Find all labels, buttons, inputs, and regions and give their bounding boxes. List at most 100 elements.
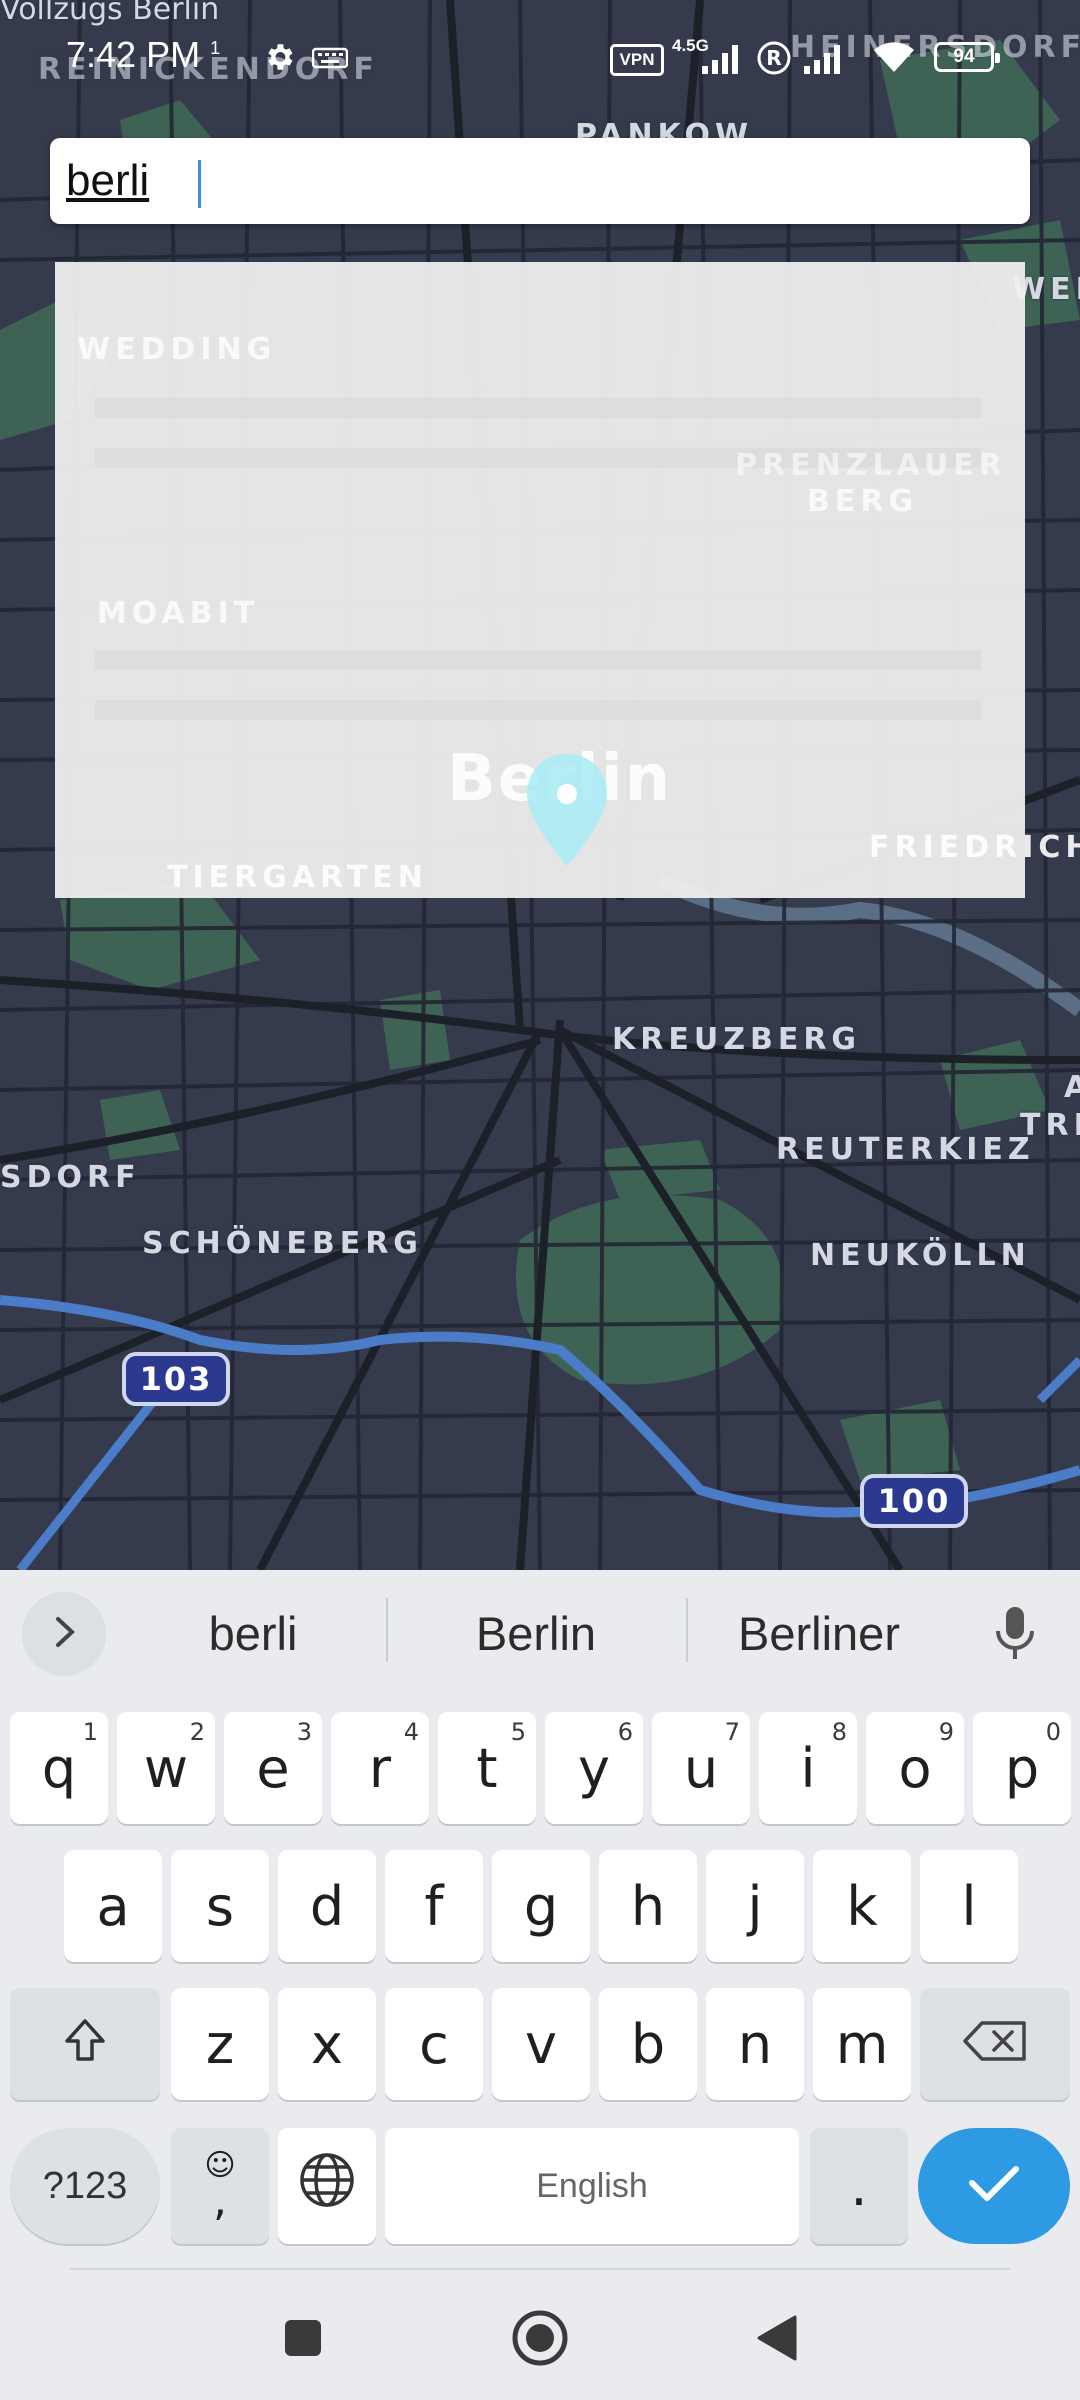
key-n[interactable]: n	[706, 1988, 804, 2100]
suggestion-3[interactable]: Berliner	[710, 1598, 928, 1668]
soft-keyboard: berli Berlin Berliner q1 w2 e3 r4 t5 y6 …	[0, 1570, 1080, 2400]
chevron-right-icon	[50, 1615, 78, 1654]
key-char: y	[578, 1736, 610, 1800]
map-label-dorf: SDORF	[0, 1160, 141, 1195]
map-label-edge-a: A	[1064, 1070, 1080, 1105]
key-z[interactable]: z	[171, 1988, 269, 2100]
nav-divider	[70, 2268, 1010, 2270]
key-number-hint: 8	[831, 1718, 847, 1746]
route-shield-103: 103	[122, 1352, 230, 1406]
suggestion-divider	[386, 1598, 388, 1662]
key-w[interactable]: w2	[117, 1712, 215, 1824]
key-v[interactable]: v	[492, 1988, 590, 2100]
key-a[interactable]: a	[64, 1850, 162, 1962]
key-h[interactable]: h	[599, 1850, 697, 1962]
emoji-comma-key[interactable]: ☺ ,	[171, 2128, 269, 2244]
key-g[interactable]: g	[492, 1850, 590, 1962]
suggestion-1[interactable]: berli	[140, 1598, 366, 1668]
key-c[interactable]: c	[385, 1988, 483, 2100]
key-e[interactable]: e3	[224, 1712, 322, 1824]
shift-arrow-icon	[63, 2013, 107, 2076]
microphone-icon	[993, 1605, 1037, 1666]
loading-placeholder-line	[95, 700, 981, 720]
key-b[interactable]: b	[599, 1988, 697, 2100]
symbols-key[interactable]: ?123	[10, 2128, 160, 2244]
key-q[interactable]: q1	[10, 1712, 108, 1824]
map-label-friedrichs: FRIEDRICHS	[869, 830, 1080, 865]
svg-text:R: R	[766, 46, 781, 70]
map-label-moabit: MOABIT	[97, 596, 260, 631]
map-label-kreuzberg: KREUZBERG	[612, 1022, 862, 1057]
map-label-berg: BERG	[807, 484, 919, 519]
backspace-key[interactable]	[920, 1988, 1070, 2100]
vpn-badge: VPN	[610, 44, 664, 76]
battery-icon: 94	[934, 42, 1000, 72]
back-button[interactable]	[732, 2300, 822, 2380]
status-time-text: 7:42 PM	[66, 34, 201, 75]
shift-key[interactable]	[10, 1988, 160, 2100]
search-suggestions-loading-panel: WEDDING PRENZLAUER BERG MOABIT Berlin FR…	[55, 262, 1080, 898]
key-number-hint: 6	[617, 1718, 633, 1746]
key-number-hint: 5	[510, 1718, 526, 1746]
key-s[interactable]: s	[171, 1850, 269, 1962]
backspace-icon	[962, 2013, 1028, 2076]
key-number-hint: 1	[82, 1718, 98, 1746]
key-t[interactable]: t5	[438, 1712, 536, 1824]
loading-placeholder-line	[95, 650, 981, 670]
keyboard-suggestion-strip: berli Berlin Berliner	[0, 1570, 1080, 1690]
key-x[interactable]: x	[278, 1988, 376, 2100]
period-key[interactable]: .	[810, 2128, 908, 2244]
enter-done-key[interactable]	[918, 2128, 1070, 2244]
key-u[interactable]: u7	[652, 1712, 750, 1824]
home-circle-icon	[510, 2308, 570, 2373]
suggestion-divider	[686, 1598, 688, 1662]
map-label-wedding: WEDDING	[77, 332, 277, 367]
search-box[interactable]	[50, 138, 1030, 224]
key-i[interactable]: i8	[759, 1712, 857, 1824]
key-char: r	[368, 1736, 392, 1800]
key-r[interactable]: r4	[331, 1712, 429, 1824]
key-p[interactable]: p0	[973, 1712, 1071, 1824]
suggestion-2[interactable]: Berlin	[412, 1598, 660, 1668]
loading-placeholder-line	[95, 398, 981, 418]
key-char: e	[256, 1736, 290, 1800]
key-m[interactable]: m	[813, 1988, 911, 2100]
key-char: o	[898, 1736, 932, 1800]
map-label-reuterkiez: REUTERKIEZ	[776, 1132, 1035, 1167]
key-k[interactable]: k	[813, 1850, 911, 1962]
key-f[interactable]: f	[385, 1850, 483, 1962]
mic-button[interactable]	[980, 1600, 1050, 1670]
location-pin-icon	[525, 752, 609, 873]
key-number-hint: 0	[1045, 1718, 1061, 1746]
status-time: 7:42 PM 1	[66, 34, 220, 76]
key-char: p	[1004, 1736, 1040, 1800]
notification-count: 1	[210, 38, 221, 58]
home-button[interactable]	[495, 2300, 585, 2380]
key-o[interactable]: o9	[866, 1712, 964, 1824]
key-char: q	[41, 1736, 77, 1800]
back-triangle-icon	[755, 2313, 799, 2368]
language-switch-key[interactable]	[278, 2128, 376, 2244]
key-l[interactable]: l	[920, 1850, 1018, 1962]
key-j[interactable]: j	[706, 1850, 804, 1962]
status-bar: 7:42 PM 1 VPN 4.5G R 94	[0, 0, 1080, 90]
key-char: w	[143, 1736, 189, 1800]
globe-icon	[298, 2151, 356, 2222]
key-number-hint: 4	[403, 1718, 419, 1746]
map-label-neukolln: NEUKÖLLN	[810, 1238, 1031, 1273]
key-y[interactable]: y6	[545, 1712, 643, 1824]
keyboard-icon	[311, 46, 349, 75]
key-number-hint: 7	[724, 1718, 740, 1746]
key-char: t	[476, 1736, 498, 1800]
recents-button[interactable]	[258, 2300, 348, 2380]
key-d[interactable]: d	[278, 1850, 376, 1962]
space-bar[interactable]: English	[385, 2128, 799, 2244]
wifi-icon	[870, 38, 918, 81]
expand-toolbar-button[interactable]	[22, 1592, 106, 1676]
text-caret	[198, 160, 201, 208]
search-input[interactable]	[66, 152, 1006, 210]
map-label-tiergarten: TIERGARTEN	[167, 860, 428, 895]
map-label-prenzlauer: PRENZLAUER	[735, 448, 1007, 483]
roaming-icon: R	[756, 40, 792, 81]
route-shield-100: 100	[860, 1474, 968, 1528]
